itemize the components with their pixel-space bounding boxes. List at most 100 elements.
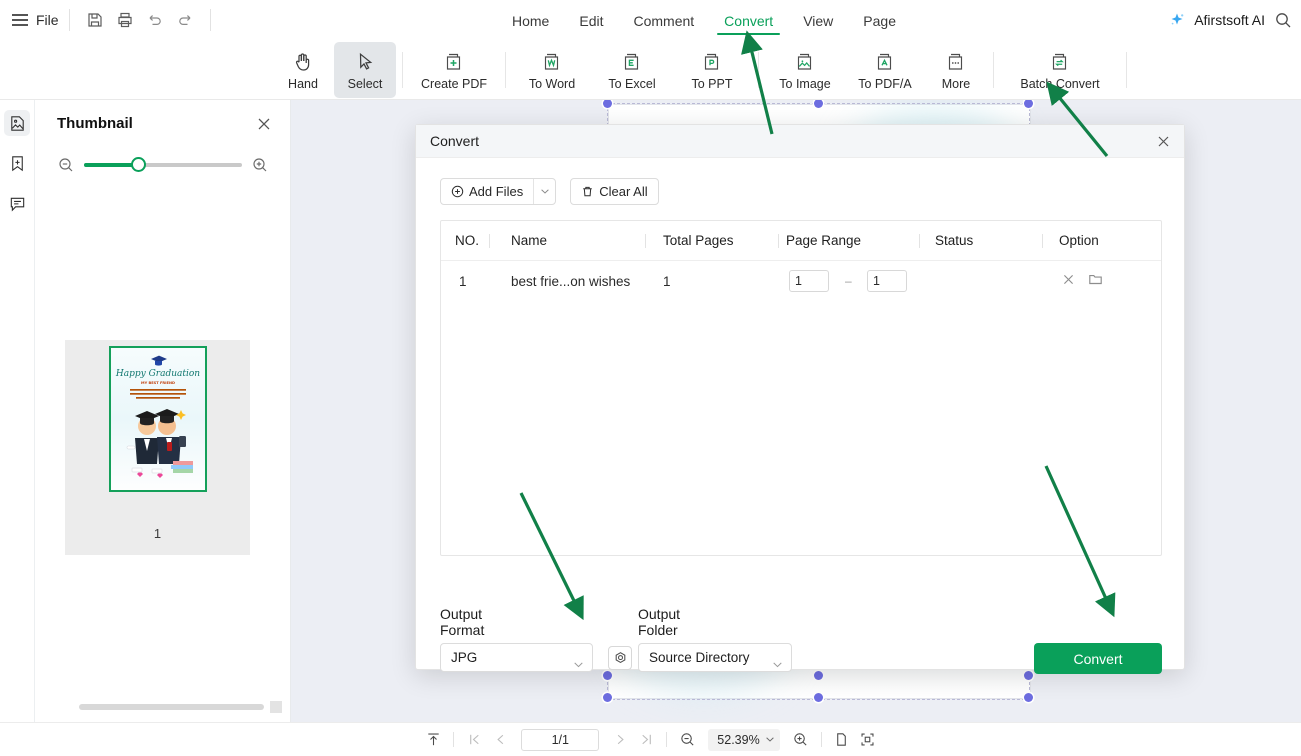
first-page-icon[interactable]	[461, 728, 487, 752]
dialog-actions-row: Add Files Clear All	[440, 178, 659, 205]
rail-button-thumbnail[interactable]	[4, 110, 30, 136]
hamburger-menu-icon[interactable]	[12, 14, 28, 26]
table-header-page-range: Page Range	[786, 233, 862, 248]
output-folder-select[interactable]: Source Directory	[638, 643, 792, 672]
thumbnail-page-number: 1	[153, 526, 162, 541]
print-icon[interactable]	[110, 6, 140, 34]
brand-area: Afirstsoft AI	[1168, 0, 1265, 40]
ribbon-label-more: More	[941, 76, 971, 91]
prev-page-icon[interactable]	[487, 728, 513, 752]
ribbon-label-to-ppt: To PPT	[691, 76, 733, 91]
add-files-button[interactable]: Add Files	[440, 178, 557, 205]
slider-handle[interactable]	[131, 157, 147, 172]
menu-item-convert[interactable]: Convert	[717, 4, 781, 37]
thumbnail-panel-header: Thumbnail	[35, 100, 290, 148]
thumbnail-zoom-slider[interactable]	[84, 157, 242, 172]
table-header-status: Status	[935, 233, 974, 248]
undo-icon[interactable]	[140, 6, 170, 34]
plus-circle-icon	[451, 185, 464, 198]
convert-button[interactable]: Convert	[1034, 643, 1162, 674]
thumbnail-horizontal-scrollbar[interactable]	[79, 704, 264, 710]
search-icon[interactable]	[1273, 10, 1293, 30]
to-ppt-icon	[704, 53, 719, 70]
scrollbar-corner	[270, 701, 282, 713]
ribbon-button-to-ppt[interactable]: To PPT	[672, 42, 752, 98]
output-folder-label: Output Folder	[638, 606, 681, 638]
add-files-dropdown-toggle[interactable]	[533, 179, 555, 204]
save-icon[interactable]	[80, 6, 110, 34]
zoom-out-icon[interactable]	[674, 728, 700, 752]
format-settings-button[interactable]	[608, 646, 632, 670]
file-list-table: NO. Name Total Pages Page Range Status O…	[440, 220, 1162, 556]
ribbon-button-to-word[interactable]: To Word	[512, 42, 592, 98]
page-range-to-input[interactable]: 1	[867, 270, 907, 292]
settings-gear-icon	[615, 651, 625, 663]
create-pdf-icon	[446, 53, 461, 70]
ribbon-button-create-pdf[interactable]: Create PDF	[409, 42, 499, 98]
rail-button-comment[interactable]	[4, 190, 30, 216]
zoom-in-icon[interactable]	[788, 728, 814, 752]
fullscreen-icon[interactable]	[855, 728, 881, 752]
output-format-select[interactable]: JPG	[440, 643, 593, 672]
table-row[interactable]: 1 best frie...on wishes 1 1 – 1	[441, 261, 1161, 305]
ribbon-label-create-pdf: Create PDF	[421, 76, 487, 91]
output-format-value: JPG	[451, 650, 478, 665]
hand-icon	[295, 52, 310, 71]
to-excel-icon	[624, 53, 639, 70]
page-number-input[interactable]: 1/1	[521, 728, 600, 751]
thumbnail-panel: Thumbnail Happy Graduation MY BEST FRIEN…	[35, 100, 291, 722]
clear-all-button[interactable]: Clear All	[570, 178, 659, 205]
table-header-total-pages: Total Pages	[663, 233, 734, 248]
ribbon-button-hand[interactable]: Hand	[272, 42, 334, 98]
divider	[209, 9, 211, 31]
comment-icon	[10, 197, 24, 211]
close-icon[interactable]	[1155, 133, 1172, 150]
divider	[453, 732, 455, 747]
page-range-from-input[interactable]: 1	[789, 270, 829, 292]
menu-item-view[interactable]: View	[801, 4, 835, 37]
selection-handle[interactable]	[1024, 693, 1033, 702]
divider	[820, 732, 822, 747]
selection-handle[interactable]	[1024, 671, 1033, 680]
close-icon[interactable]	[255, 115, 273, 133]
ribbon-button-to-pdfa[interactable]: To PDF/A	[845, 42, 925, 98]
selection-handle[interactable]	[603, 693, 612, 702]
zoom-in-icon[interactable]	[251, 156, 269, 174]
brand-label: Afirstsoft AI	[1194, 12, 1265, 28]
table-header-option: Option	[1059, 233, 1099, 248]
thumbnail-page-card[interactable]: Happy Graduation MY BEST FRIEND 1	[65, 340, 250, 555]
selection-handle[interactable]	[814, 671, 823, 680]
menu-item-edit[interactable]: Edit	[577, 4, 605, 37]
ribbon-button-to-excel[interactable]: To Excel	[592, 42, 672, 98]
next-page-icon[interactable]	[607, 728, 633, 752]
last-page-icon[interactable]	[633, 728, 659, 752]
zoom-level-select[interactable]: 52.39%	[708, 728, 780, 751]
selection-handle[interactable]	[1024, 100, 1033, 108]
clear-all-label: Clear All	[599, 184, 648, 199]
selection-handle[interactable]	[603, 671, 612, 680]
main-menu: Home Edit Comment Convert View Page	[510, 0, 898, 40]
divider	[505, 51, 506, 88]
cursor-icon	[359, 52, 373, 70]
redo-icon[interactable]	[170, 6, 200, 34]
ribbon-label-to-image: To Image	[779, 76, 831, 91]
selection-handle[interactable]	[814, 693, 823, 702]
remove-file-icon[interactable]	[1061, 272, 1076, 292]
thumbnail-zoom-slider-row	[57, 154, 269, 176]
ribbon-button-to-image[interactable]: To Image	[765, 42, 845, 98]
left-icon-rail	[0, 100, 35, 756]
ribbon-button-batch-convert[interactable]: Batch Convert	[1000, 42, 1120, 98]
menu-item-home[interactable]: Home	[510, 4, 551, 37]
chevron-down-icon	[574, 656, 583, 671]
menu-item-page[interactable]: Page	[861, 4, 898, 37]
divider	[1126, 51, 1127, 88]
fit-page-icon[interactable]	[420, 728, 446, 752]
file-menu-button[interactable]: File	[36, 12, 59, 28]
ribbon-button-more[interactable]: More	[925, 42, 987, 98]
rail-button-bookmark[interactable]	[4, 150, 30, 176]
ribbon-button-select[interactable]: Select	[334, 42, 396, 98]
menu-item-comment[interactable]: Comment	[631, 4, 696, 37]
single-page-icon[interactable]	[829, 728, 855, 752]
open-folder-icon[interactable]	[1088, 272, 1103, 292]
zoom-out-icon[interactable]	[57, 156, 75, 174]
